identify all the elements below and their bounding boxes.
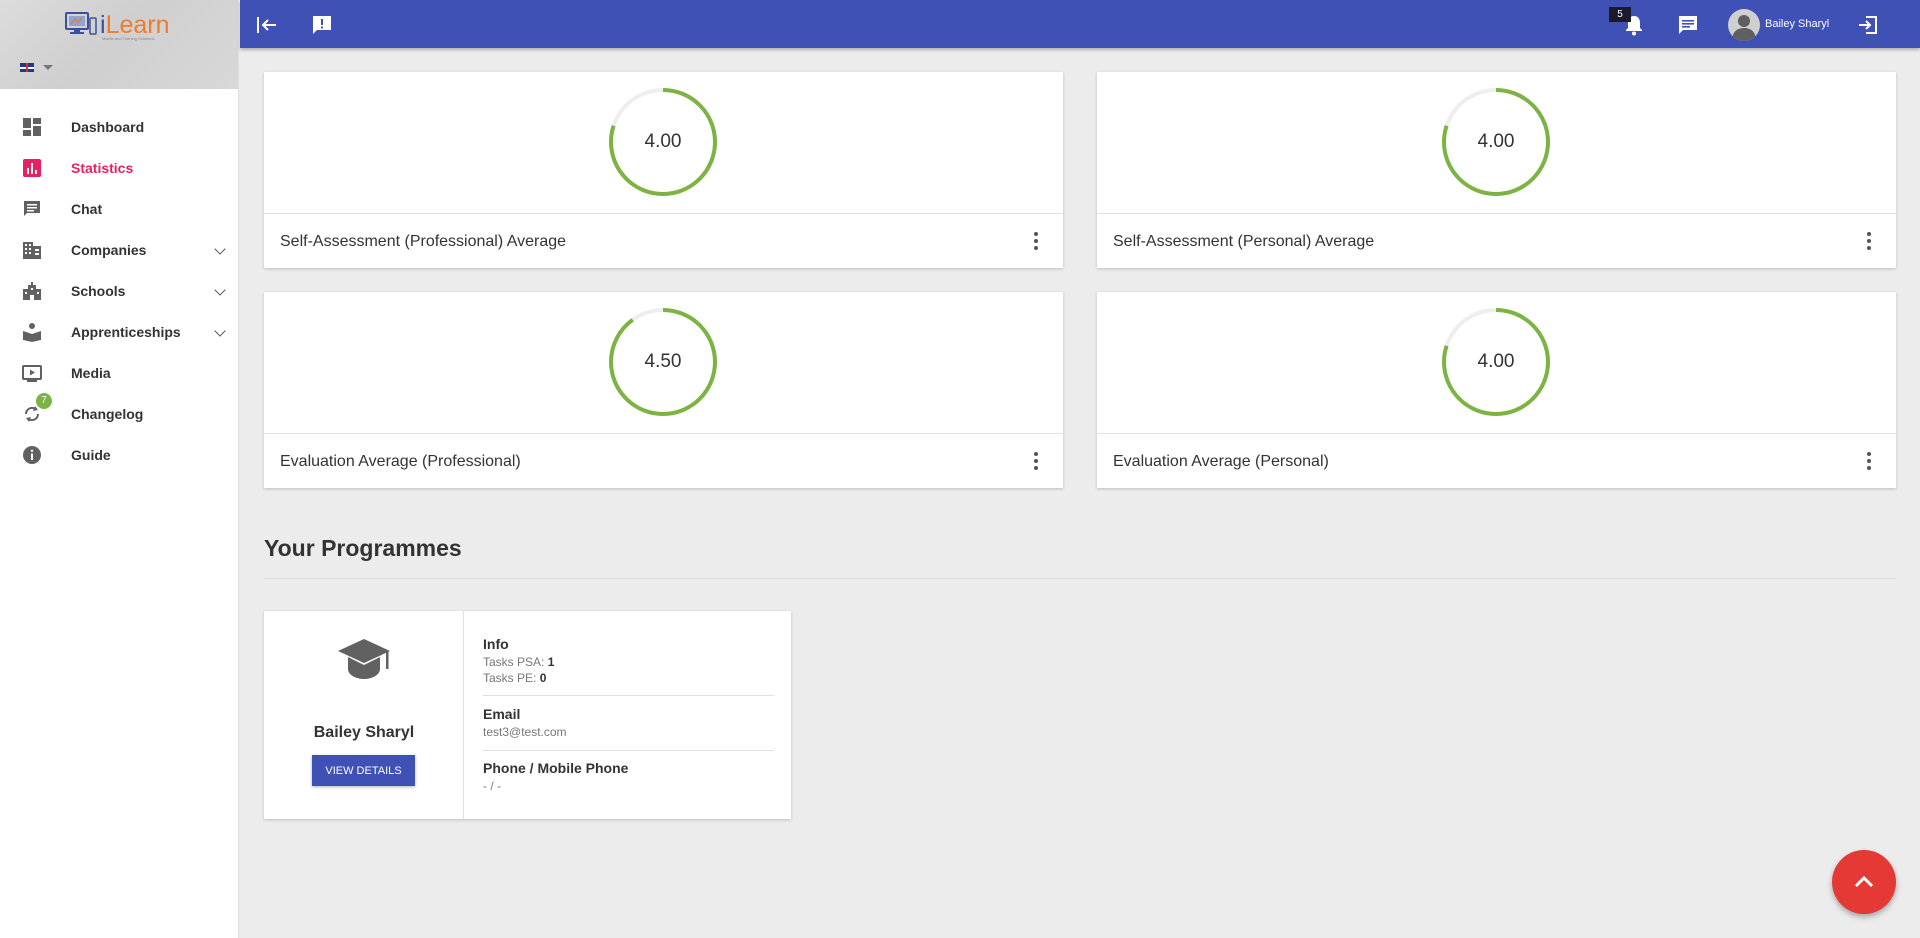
tasks-pe-row: Tasks PE: 0 [483,671,774,685]
sidebar-item-label: Apprenticeships [71,323,181,340]
info-section: Info Tasks PSA: 1 Tasks PE: 0 [483,636,774,685]
building-icon [23,242,41,259]
stat-value: 4.50 [644,351,682,372]
tasks-psa-row: Tasks PSA: 1 [483,655,774,669]
play-screen-icon [22,365,42,382]
phone-value: - / - [483,779,501,793]
phone-heading: Phone / Mobile Phone [483,760,629,776]
programme-details: Info Tasks PSA: 1 Tasks PE: 0 Email test… [464,611,791,819]
sidebar-item-changelog[interactable]: 7 Changelog [0,393,238,434]
stat-card-self-assessment-professional: 4.00 Self-Assessment (Professional) Aver… [264,72,1063,268]
school-building-icon [23,282,41,300]
tasks-pe-value: 0 [539,671,547,685]
graduation-cap-icon [338,639,390,679]
changelog-badge: 7 [36,393,52,409]
logo-letters: Learn [105,10,170,39]
notifications-badge: 5 [1609,7,1631,22]
details-divider [483,750,774,751]
feedback-icon[interactable] [310,13,334,37]
stat-title: Self-Assessment (Personal) Average [1113,233,1375,250]
top-app-bar: 5 Bailey Sharyl [240,0,1920,48]
sidebar-item-label: Statistics [71,159,134,176]
logout-icon[interactable] [1856,13,1880,37]
sidebar-item-label: Media [71,364,111,381]
chevron-down-icon [214,325,226,337]
user-silhouette-icon [1732,15,1756,41]
stat-value: 4.00 [1477,351,1515,372]
email-heading: Email [483,706,521,722]
section-divider [264,578,1896,579]
sidebar-item-label: Companies [71,241,147,258]
book-reader-icon [23,323,41,342]
stat-card-evaluation-personal: 4.00 Evaluation Average (Personal) [1097,292,1896,488]
sidebar: iLearn Mobile and Training Solutions Das… [0,0,239,938]
sidebar-item-guide[interactable]: Guide [0,434,238,475]
stat-title: Evaluation Average (Personal) [1113,453,1329,470]
programme-card: Bailey Sharyl VIEW DETAILS Info Tasks PS… [264,611,791,819]
stat-card-footer: Evaluation Average (Professional) [264,433,1063,488]
sidebar-item-chat[interactable]: Chat [0,188,238,229]
email-value: test3@test.com [483,725,567,739]
messages-icon[interactable] [1676,13,1700,37]
bar-chart-icon [23,159,41,177]
programme-summary: Bailey Sharyl VIEW DETAILS [264,611,464,819]
stat-value: 4.00 [1477,131,1515,152]
chat-icon [24,201,40,216]
logo-mark-icon [65,12,97,35]
view-details-button[interactable]: VIEW DETAILS [312,755,415,786]
info-icon [23,446,41,464]
sidebar-item-schools[interactable]: Schools [0,270,238,311]
stat-card-evaluation-professional: 4.50 Evaluation Average (Professional) [264,292,1063,488]
stat-title: Self-Assessment (Professional) Average [280,233,567,250]
info-heading: Info [483,636,509,652]
sidebar-item-apprenticeships[interactable]: Apprenticeships [0,311,238,352]
brand-header: iLearn Mobile and Training Solutions [0,0,238,89]
more-vert-icon[interactable] [1866,452,1872,470]
user-name[interactable]: Bailey Sharyl [1765,18,1829,30]
more-vert-icon[interactable] [1033,452,1039,470]
collapse-sidebar-icon[interactable] [255,13,279,37]
scroll-to-top-button[interactable] [1832,850,1896,914]
sidebar-item-media[interactable]: Media [0,352,238,393]
stat-card-footer: Evaluation Average (Personal) [1097,433,1896,488]
sidebar-item-label: Changelog [71,405,144,422]
stat-title: Evaluation Average (Professional) [280,453,521,470]
user-avatar[interactable] [1728,9,1760,41]
chevron-down-icon [214,243,226,255]
caret-down-icon [43,65,53,70]
stat-card-footer: Self-Assessment (Professional) Average [264,213,1063,268]
dashboard-icon [23,118,41,136]
sidebar-item-companies[interactable]: Companies [0,229,238,270]
sidebar-item-label: Schools [71,282,126,299]
section-title: Your Programmes [264,535,462,561]
chevron-down-icon [214,284,226,296]
sidebar-item-label: Dashboard [71,118,145,135]
stat-card-footer: Self-Assessment (Personal) Average [1097,213,1896,268]
tasks-psa-value: 1 [547,655,555,669]
email-section: Email test3@test.com [483,706,774,739]
phone-section: Phone / Mobile Phone - / - [483,760,774,793]
details-divider [483,695,774,696]
logo-tagline: Mobile and Training Solutions [102,36,155,41]
more-vert-icon[interactable] [1866,232,1872,250]
uk-flag-icon [20,63,34,72]
sidebar-nav: Dashboard Statistics Chat Companies Scho… [0,106,238,475]
programme-person-name: Bailey Sharyl [313,724,415,741]
sidebar-item-dashboard[interactable]: Dashboard [0,106,238,147]
stat-value: 4.00 [644,131,682,152]
sidebar-item-label: Chat [71,200,103,217]
language-selector[interactable] [20,63,53,72]
tasks-pe-label: Tasks PE: [483,671,537,685]
sidebar-item-label: Guide [71,446,111,463]
tasks-psa-label: Tasks PSA: [483,655,545,669]
chevron-up-icon [1854,875,1874,888]
logo-wordmark: iLearn [100,10,170,39]
more-vert-icon[interactable] [1033,232,1039,250]
app-logo[interactable]: iLearn Mobile and Training Solutions [64,10,170,41]
sidebar-item-statistics[interactable]: Statistics [0,147,238,188]
stat-card-self-assessment-personal: 4.00 Self-Assessment (Personal) Average [1097,72,1896,268]
